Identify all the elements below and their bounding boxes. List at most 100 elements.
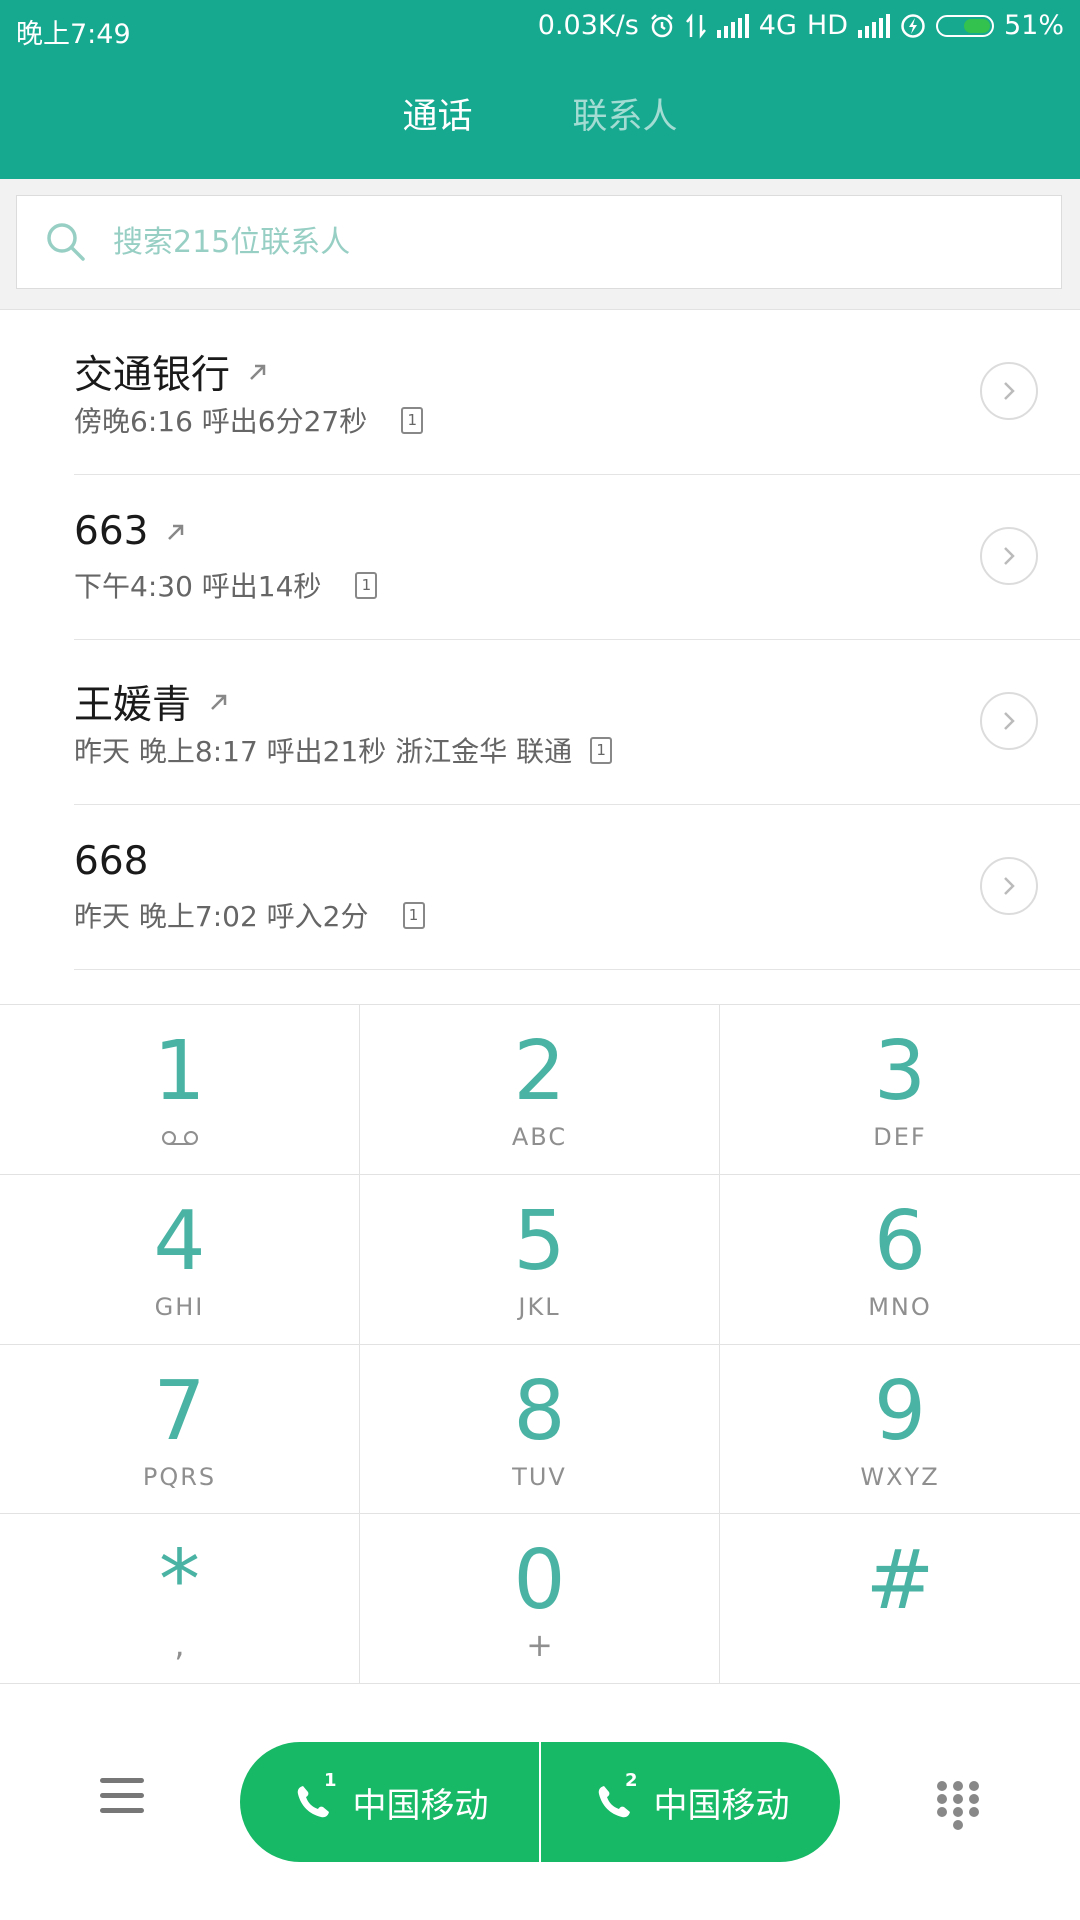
call-detail-button[interactable] [980,692,1038,750]
key-letters: PQRS [142,1462,217,1491]
bottom-bar: 1 中国移动 2 中国移动 [0,1684,1080,1920]
search-icon [47,223,85,261]
call-detail-button[interactable] [980,362,1038,420]
battery-icon [935,14,994,37]
chevron-right-icon [1004,877,1015,895]
key-sub: , [174,1626,185,1665]
status-time: 晚上7:49 [16,19,131,50]
chevron-right-icon [1004,712,1015,730]
call-name: 交通银行 [74,353,231,398]
tab-bar: 通话 联系人 [0,88,1080,148]
call-sim1-label: 中国移动 [352,1785,489,1826]
outgoing-call-icon [250,364,266,380]
key-9[interactable]: 9 WXYZ [720,1345,1080,1515]
voicemail-icon [161,1131,198,1145]
key-digit: 6 [873,1193,927,1289]
key-digit: 5 [513,1193,566,1289]
key-letters: GHI [154,1292,205,1321]
chevron-right-icon [1004,547,1015,565]
call-detail: 下午4:30 呼出14秒 [74,570,322,603]
key-4[interactable]: 4 GHI [0,1174,360,1345]
key-digit: 9 [873,1363,927,1459]
call-name: 王媛青 [74,683,192,728]
key-3[interactable]: 3 DEF [720,1005,1080,1175]
call-detail-button[interactable] [980,527,1038,585]
dialpad-grid-icon[interactable] [934,1778,982,1832]
call-name-row: 交通银行 [74,344,270,400]
signal-icon [716,13,749,38]
key-digit: 0 [513,1533,566,1629]
key-letters: MNO [868,1292,932,1321]
key-hash[interactable]: # [720,1514,1080,1684]
call-name: 663 [74,509,149,554]
outgoing-call-icon [211,694,227,710]
call-detail-row: 昨天 晚上7:02 呼入2分 1 [74,895,425,935]
charging-icon [901,13,925,38]
search-area [0,179,1080,310]
key-digit: 3 [873,1024,927,1119]
key-1[interactable]: 1 [0,1005,360,1175]
alarm-icon [650,13,673,37]
call-log-item[interactable]: 王媛青 昨天 晚上8:17 呼出21秒 浙江金华 联通 1 [74,640,1080,805]
key-6[interactable]: 6 MNO [720,1175,1080,1345]
call-detail-row: 傍晚6:16 呼出6分27秒 1 [74,400,424,440]
net-speed: 0.03K/s [537,10,639,41]
key-letters: ABC [511,1123,568,1151]
call-name-row: 王媛青 [74,674,231,730]
phone-icon: 2 [592,1770,638,1824]
status-bar: 晚上7:49 0.03K/s 4G HD 51% [0,0,1080,56]
header: 晚上7:49 0.03K/s 4G HD 51% 通话 联系人 [0,0,1080,179]
hamburger-icon[interactable] [100,1778,144,1822]
hd-indicator: HD [806,10,848,41]
outgoing-call-icon [168,524,184,540]
key-2[interactable]: 2 ABC [360,1005,720,1175]
call-sim2-label: 中国移动 [653,1785,790,1826]
search-box[interactable] [16,195,1062,289]
call-buttons: 1 中国移动 2 中国移动 [240,1742,840,1862]
key-letters: DEF [873,1123,927,1151]
data-transfer-icon [685,12,706,39]
tab-calls[interactable]: 通话 [402,88,472,148]
key-7[interactable]: 7 PQRS [0,1344,360,1515]
key-digit: 8 [513,1363,566,1459]
sim-badge: 1 [401,406,424,434]
dialpad: 1 2 ABC 3 DEF 4 GHI 5 JKL 6 MNO 7 PQRS 8… [0,1004,1080,1684]
call-sim2-button[interactable]: 2 中国移动 [539,1742,840,1862]
key-digit: 2 [513,1024,566,1119]
key-digit: * [159,1533,200,1629]
sim-number: 2 [624,1770,638,1791]
sim-badge: 1 [590,736,613,764]
call-detail-button[interactable] [980,857,1038,915]
key-0[interactable]: 0 + [360,1514,720,1684]
call-log-item[interactable]: 663 下午4:30 呼出14秒 1 [74,475,1080,640]
tab-contacts[interactable]: 联系人 [573,88,678,148]
key-star[interactable]: * , [0,1514,360,1684]
sim-badge: 1 [402,901,425,929]
phone-icon: 1 [291,1770,337,1824]
call-detail: 昨天 晚上7:02 呼入2分 [74,900,369,933]
key-5[interactable]: 5 JKL [360,1174,720,1345]
chevron-right-icon [1004,382,1015,400]
call-log-item[interactable]: 668 昨天 晚上7:02 呼入2分 1 [74,805,1080,970]
key-letters: TUV [512,1462,567,1491]
call-name-row: 668 [74,839,148,884]
call-detail: 傍晚6:16 呼出6分27秒 [74,405,368,438]
call-detail-row: 昨天 晚上8:17 呼出21秒 浙江金华 联通 1 [74,730,613,770]
network-type: 4G [758,10,797,41]
search-input[interactable] [111,223,1061,261]
sim-badge: 1 [355,571,378,599]
call-name: 668 [74,839,149,884]
key-letters: JKL [518,1292,561,1321]
call-name-row: 663 [74,509,188,554]
key-digit: 7 [153,1363,206,1459]
call-sim1-button[interactable]: 1 中国移动 [240,1742,539,1862]
key-letters: WXYZ [860,1462,940,1491]
call-detail-row: 下午4:30 呼出14秒 1 [74,565,378,605]
call-log-item[interactable]: 交通银行 傍晚6:16 呼出6分27秒 1 [74,310,1080,475]
key-8[interactable]: 8 TUV [360,1344,720,1515]
key-digit: 1 [153,1024,206,1119]
signal-icon-2 [857,13,890,38]
battery-percent: 51% [1003,10,1064,41]
call-log-list: 交通银行 傍晚6:16 呼出6分27秒 1 663 下午4:30 呼出14秒 1… [0,310,1080,970]
key-digit: # [865,1533,935,1629]
